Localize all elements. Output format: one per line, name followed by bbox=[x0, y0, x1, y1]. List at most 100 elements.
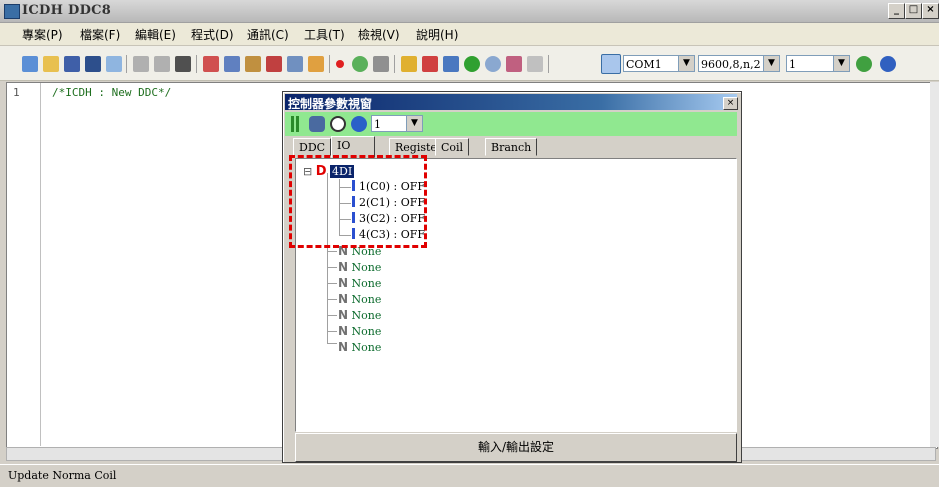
chevron-down-icon: ▼ bbox=[833, 56, 849, 71]
tree-line bbox=[327, 315, 337, 316]
io-slot-empty[interactable]: N None bbox=[338, 260, 381, 274]
slot-label: None bbox=[351, 309, 382, 322]
empty-slot-icon: N bbox=[338, 260, 349, 274]
status-text: Update Norma Coil bbox=[8, 469, 117, 482]
line-number-gutter: 1 bbox=[7, 83, 41, 446]
toolbar-separator bbox=[394, 55, 395, 73]
slot-label: None bbox=[351, 325, 382, 338]
paste-icon[interactable] bbox=[245, 56, 261, 72]
empty-slot-icon: N bbox=[338, 308, 349, 322]
io-slot-empty[interactable]: N None bbox=[338, 292, 381, 306]
menu-bar: 專案(P) 檔案(F) 編輯(E) 程式(D) 通訊(C) 工具(T) 檢視(V… bbox=[0, 23, 939, 46]
redo-icon[interactable] bbox=[154, 56, 170, 72]
slot-label: None bbox=[351, 341, 382, 354]
serial-settings-value: 9600,8,n,2 bbox=[701, 58, 761, 71]
tree-line bbox=[327, 331, 337, 332]
compile-icon[interactable] bbox=[287, 56, 303, 72]
toolbar-separator bbox=[329, 55, 330, 73]
sync-icon[interactable] bbox=[309, 116, 325, 132]
status-bar: Update Norma Coil bbox=[0, 464, 939, 487]
delete-icon[interactable] bbox=[266, 56, 282, 72]
run-icon[interactable] bbox=[464, 56, 480, 72]
save-icon[interactable] bbox=[64, 56, 80, 72]
copy-icon[interactable] bbox=[224, 56, 240, 72]
tree-line bbox=[327, 251, 337, 252]
empty-slot-icon: N bbox=[338, 324, 349, 338]
station-value: 1 bbox=[789, 58, 796, 71]
tree-line bbox=[327, 343, 337, 344]
tab-ddc[interactable]: DDC bbox=[293, 138, 332, 156]
open-icon[interactable] bbox=[43, 56, 59, 72]
io-slot-empty[interactable]: N None bbox=[338, 340, 381, 354]
com-port-select[interactable]: COM1 ▼ bbox=[623, 55, 695, 72]
help-icon[interactable] bbox=[351, 116, 367, 132]
chevron-down-icon: ▼ bbox=[678, 56, 694, 71]
find-icon[interactable] bbox=[175, 56, 191, 72]
menu-tools[interactable]: 工具(T) bbox=[304, 26, 345, 43]
dialog-close-button[interactable]: × bbox=[723, 97, 738, 110]
close-button[interactable]: × bbox=[922, 3, 939, 19]
dialog-station-value: 1 bbox=[374, 118, 381, 131]
connect-icon[interactable] bbox=[601, 54, 621, 74]
tab-coil[interactable]: Coil bbox=[435, 138, 470, 156]
dialog-title-bar[interactable]: 控制器參數視窗 × bbox=[285, 94, 738, 111]
vertical-scrollbar[interactable] bbox=[930, 82, 939, 447]
dialog-toolbar: 1 ▼ bbox=[285, 112, 737, 136]
window-icon[interactable] bbox=[106, 56, 122, 72]
serial-settings-select[interactable]: 9600,8,n,2 ▼ bbox=[698, 55, 780, 72]
toolbar-separator bbox=[196, 55, 197, 73]
menu-communication[interactable]: 通訊(C) bbox=[247, 26, 289, 43]
undo-icon[interactable] bbox=[133, 56, 149, 72]
dialog-station-select[interactable]: 1 ▼ bbox=[371, 115, 423, 132]
erase-icon[interactable] bbox=[506, 56, 522, 72]
menu-file[interactable]: 檔案(F) bbox=[80, 26, 120, 43]
menu-project[interactable]: 專案(P) bbox=[22, 26, 63, 43]
dialog-title: 控制器參數視窗 bbox=[288, 97, 373, 111]
debug-icon[interactable] bbox=[308, 56, 324, 72]
download-icon[interactable] bbox=[443, 56, 459, 72]
save-as-icon[interactable] bbox=[85, 56, 101, 72]
slot-label: None bbox=[351, 261, 382, 274]
toolbar-separator bbox=[126, 55, 127, 73]
io-slot-empty[interactable]: N None bbox=[338, 324, 381, 338]
refresh-icon[interactable] bbox=[856, 56, 872, 72]
cut-icon[interactable] bbox=[203, 56, 219, 72]
tab-branch[interactable]: Branch bbox=[485, 138, 538, 156]
clock-icon[interactable] bbox=[330, 116, 346, 132]
toolbar: COM1 ▼ 9600,8,n,2 ▼ 1 ▼ bbox=[0, 46, 939, 81]
pen-icon[interactable] bbox=[373, 56, 389, 72]
empty-slot-icon: N bbox=[338, 292, 349, 306]
app-icon bbox=[4, 4, 20, 19]
menu-help[interactable]: 說明(H) bbox=[416, 26, 458, 43]
menu-edit[interactable]: 編輯(E) bbox=[135, 26, 176, 43]
menu-view[interactable]: 檢視(V) bbox=[358, 26, 400, 43]
io-slot-empty[interactable]: N None bbox=[338, 308, 381, 322]
tree-line bbox=[327, 267, 337, 268]
color-icon[interactable] bbox=[352, 56, 368, 72]
search-icon[interactable] bbox=[485, 56, 501, 72]
controller-parameter-window: 控制器參數視窗 × 1 ▼ DDC IO Register Coil Branc… bbox=[282, 91, 742, 463]
config-icon[interactable] bbox=[527, 56, 543, 72]
slot-label: None bbox=[351, 277, 382, 290]
window-title: ICDH DDC8 bbox=[22, 3, 112, 18]
key-icon[interactable] bbox=[401, 56, 417, 72]
menu-program[interactable]: 程式(D) bbox=[191, 26, 234, 43]
dot-icon[interactable] bbox=[336, 60, 344, 68]
chevron-down-icon: ▼ bbox=[406, 116, 422, 131]
new-file-icon[interactable] bbox=[22, 56, 38, 72]
help-icon[interactable] bbox=[880, 56, 896, 72]
io-slot-empty[interactable]: N None bbox=[338, 276, 381, 290]
maximize-button[interactable]: □ bbox=[905, 3, 922, 19]
code-line[interactable]: /*ICDH : New DDC*/ bbox=[52, 86, 171, 99]
chevron-down-icon: ▼ bbox=[763, 56, 779, 71]
upload-icon[interactable] bbox=[422, 56, 438, 72]
slot-label: None bbox=[351, 293, 382, 306]
com-port-value: COM1 bbox=[626, 58, 662, 71]
pause-icon[interactable] bbox=[291, 116, 294, 132]
toolbar-separator bbox=[548, 55, 549, 73]
station-select[interactable]: 1 ▼ bbox=[786, 55, 850, 72]
highlight-box bbox=[289, 155, 427, 248]
minimize-button[interactable]: _ bbox=[888, 3, 905, 19]
io-settings-button[interactable]: 輸入/輸出設定 bbox=[295, 433, 737, 462]
line-number: 1 bbox=[13, 86, 20, 99]
